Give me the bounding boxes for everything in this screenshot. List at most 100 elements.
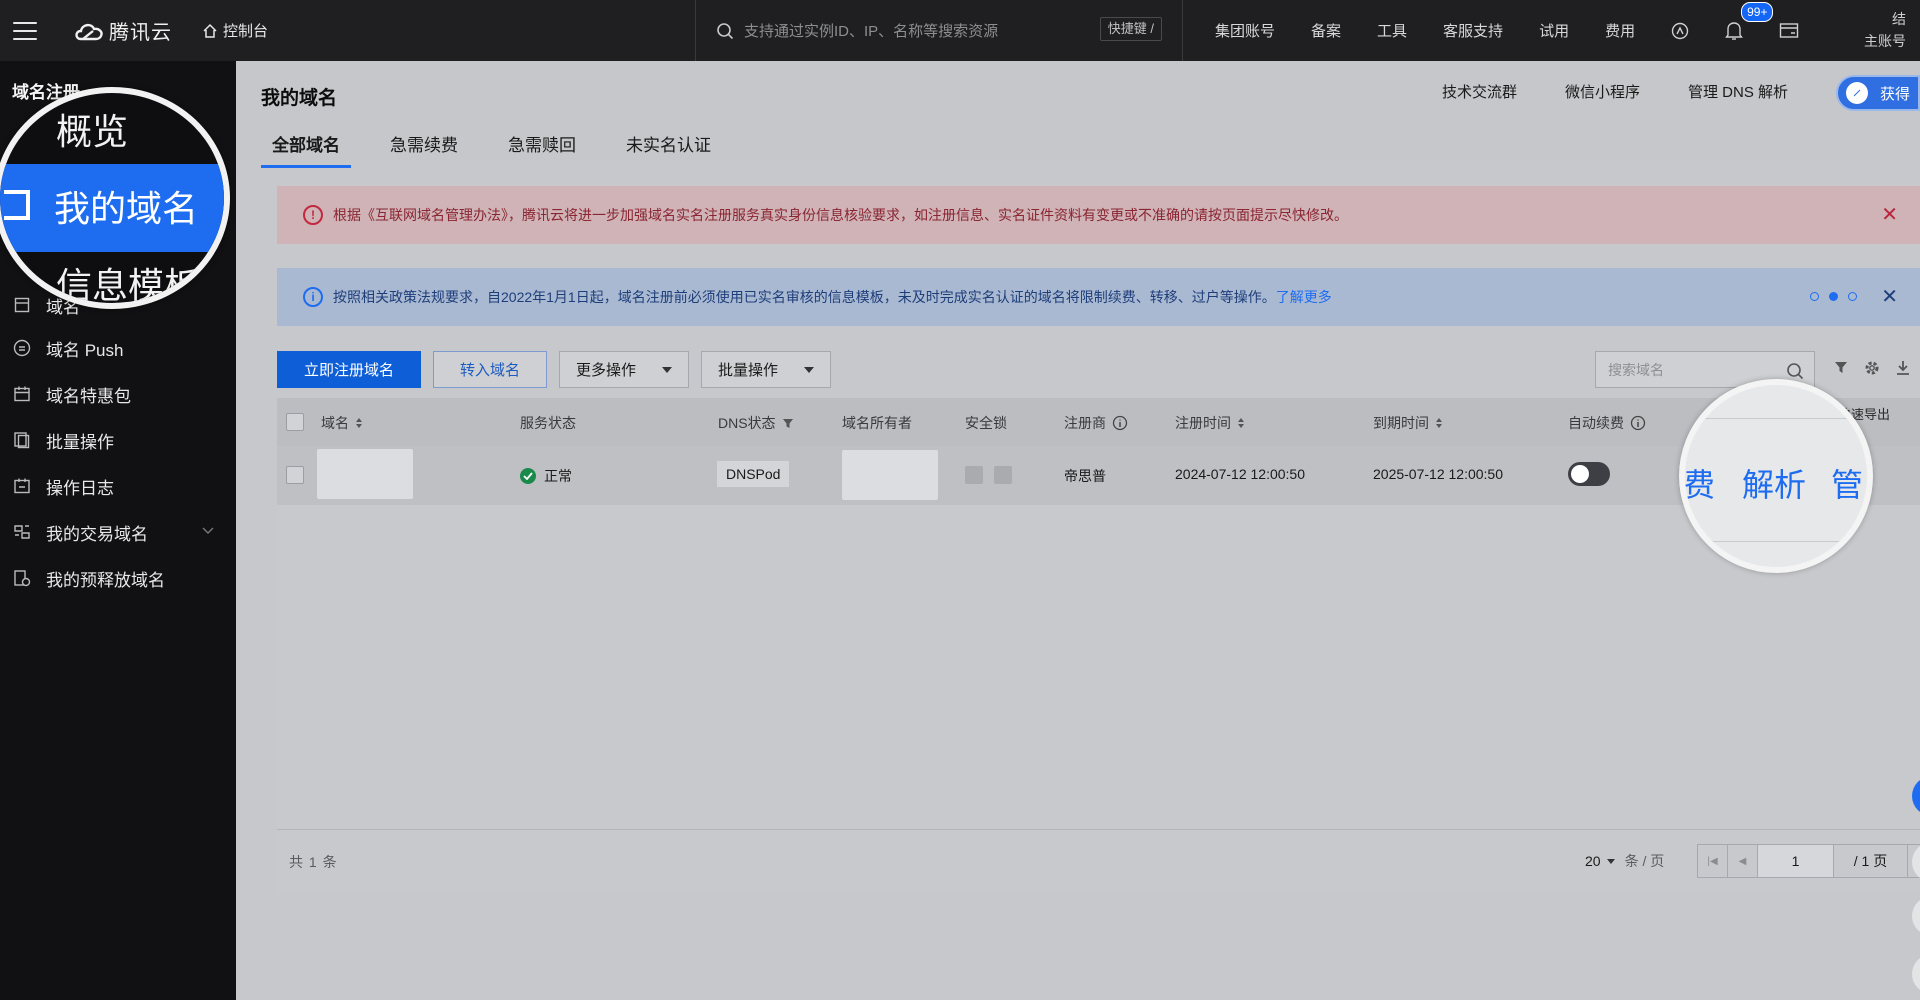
tabs: 全部域名 急需续费 急需赎回 未实名认证 [261, 131, 761, 168]
magnifier-actions: 费 解析 管 [1679, 379, 1873, 573]
page-number-input[interactable]: 1 [1758, 845, 1834, 877]
sort-icon [356, 418, 362, 428]
global-search-input[interactable]: 支持通过实例ID、IP、名称等搜索资源 [744, 20, 998, 41]
sidebar-item-trade-domains[interactable]: 我的交易域名 [0, 509, 236, 555]
domain-name-redacted[interactable] [317, 449, 413, 499]
template-icon [12, 295, 32, 315]
download-icon[interactable] [1895, 359, 1911, 377]
sidebar-item-domain-push[interactable]: 域名 Push [0, 325, 236, 371]
sort-icon [1436, 418, 1442, 428]
page-size-select[interactable]: 20 条 / 页 [1585, 851, 1664, 871]
col-expiry-time[interactable]: 到期时间 [1373, 413, 1443, 433]
tech-group-link[interactable]: 技术交流群 [1442, 75, 1517, 111]
console-link[interactable]: 控制台 [202, 20, 268, 41]
nav-filing[interactable]: 备案 [1311, 20, 1341, 41]
more-actions-dropdown[interactable]: 更多操作 [559, 351, 690, 388]
nav-trial[interactable]: 试用 [1539, 20, 1569, 41]
renew-action[interactable]: 费 [1685, 460, 1715, 506]
main-content: 我的域名 技术交流群 微信小程序 管理 DNS 解析 获得 全部域名 急需续费 … [236, 61, 1920, 1000]
info-icon[interactable] [1112, 415, 1128, 431]
search-icon[interactable] [1786, 362, 1804, 380]
carousel-dots[interactable] [1800, 292, 1857, 301]
global-search[interactable]: 支持通过实例ID、IP、名称等搜索资源 快捷键 / [695, 0, 1183, 61]
resolve-action[interactable]: 解析 [1742, 460, 1806, 506]
info-icon[interactable] [1630, 415, 1646, 431]
sidebar-item-prerelease-domains[interactable]: 我的预释放域名 [0, 555, 236, 601]
table-row[interactable]: 正常 DNSPod 帝思普 2024-07-12 12:00:50 2025-0… [277, 446, 1920, 505]
menu-icon[interactable] [13, 21, 37, 40]
tab-renew-urgent[interactable]: 急需续费 [390, 131, 458, 162]
col-label: 服务状态 [520, 415, 576, 431]
register-domain-button[interactable]: 立即注册域名 [277, 351, 422, 388]
divider [1685, 541, 1867, 542]
sidebar-item-overview[interactable]: 概览 [56, 103, 128, 155]
sidebar-item-label: 批量操作 [46, 432, 114, 452]
cart-icon[interactable] [1779, 22, 1799, 40]
status-cell: 正常 [520, 466, 572, 486]
pagination: |◀ ◀ 1 / 1 页 ▶ ▶| [1697, 844, 1920, 878]
sidebar-item-label: 我的预释放域名 [46, 570, 165, 590]
manage-dns-link[interactable]: 管理 DNS 解析 [1688, 75, 1788, 111]
account-role: 主账号 [1864, 33, 1906, 49]
sidebar-item-logs[interactable]: 操作日志 [0, 463, 236, 509]
col-status: 服务状态 [520, 413, 576, 433]
get-button-label: 获得 [1880, 85, 1911, 103]
push-icon [12, 338, 32, 358]
bell-icon[interactable]: 99+ [1725, 1, 1774, 41]
sidebar-item-domain-package[interactable]: 域名特惠包 [0, 371, 236, 417]
shortcut-hint: 快捷键 / [1099, 17, 1162, 41]
select-all-checkbox[interactable] [286, 413, 304, 431]
tab-all-domains[interactable]: 全部域名 [261, 131, 351, 168]
chevron-down-icon[interactable] [202, 527, 214, 535]
nav-support[interactable]: 客服支持 [1443, 20, 1503, 41]
col-label: 注册商 [1064, 415, 1106, 431]
close-icon[interactable]: ✕ [1881, 202, 1898, 227]
sidebar-item-batch[interactable]: 批量操作 [0, 417, 236, 463]
expiry-time-cell: 2025-07-12 12:00:50 [1373, 466, 1503, 482]
sidebar-item-label: 我的域名 [54, 188, 199, 229]
console-label: 控制台 [223, 23, 269, 40]
auto-renew-toggle[interactable] [1568, 462, 1610, 486]
home-icon [203, 23, 217, 38]
transfer-domain-button[interactable]: 转入域名 [433, 351, 548, 388]
update-lock-icon[interactable] [994, 466, 1012, 484]
activity-icon[interactable] [1671, 22, 1689, 40]
account-menu[interactable]: 结 主账号 [1864, 8, 1906, 52]
gear-icon[interactable] [1863, 359, 1881, 377]
nav-group-account[interactable]: 集团账号 [1215, 20, 1275, 41]
sidebar-item-my-domains[interactable]: 我的域名 [0, 164, 224, 252]
prev-page-icon[interactable]: ◀ [1728, 845, 1758, 877]
alert-text: 根据《互联网域名管理办法》，腾讯云将进一步加强域名实名注册服务真实身份信息核验要… [333, 207, 1348, 223]
get-button[interactable]: 获得 [1836, 75, 1920, 111]
learn-more-link[interactable]: 了解更多 [1276, 287, 1332, 307]
page-size-unit: 条 / 页 [1624, 853, 1665, 869]
tab-unverified[interactable]: 未实名认证 [626, 131, 711, 162]
col-registrar: 注册商 [1064, 413, 1128, 433]
owner-redacted [842, 450, 938, 500]
nav-tools[interactable]: 工具 [1377, 20, 1407, 41]
window-icon [4, 190, 30, 220]
col-registered-time[interactable]: 注册时间 [1175, 413, 1245, 433]
first-page-icon[interactable]: |◀ [1698, 845, 1728, 877]
sidebar-item-info-templates[interactable]: 信息模板 [56, 257, 200, 303]
transfer-lock-icon[interactable] [965, 466, 983, 484]
sidebar-item-label: 域名 Push [46, 340, 124, 360]
col-dns-status[interactable]: DNS状态 [718, 413, 794, 433]
search-icon [717, 22, 734, 39]
manage-action[interactable]: 管 [1831, 460, 1863, 506]
nav-billing[interactable]: 费用 [1605, 20, 1635, 41]
row-checkbox[interactable] [286, 466, 304, 484]
table-header: 域名 服务状态 DNS状态 域名所有者 安全锁 注册商 注册时间 到期时间 自动… [277, 398, 1920, 446]
col-domain[interactable]: 域名 [321, 413, 363, 433]
alert-real-name: ! 根据《互联网域名管理办法》，腾讯云将进一步加强域名实名注册服务真实身份信息核… [277, 186, 1920, 244]
col-label: DNS状态 [718, 415, 776, 431]
filter-icon[interactable] [1833, 359, 1849, 377]
tab-redeem-urgent[interactable]: 急需赎回 [508, 131, 576, 162]
alert-text: 按照相关政策法规要求，自2022年1月1日起，域名注册前必须使用已实名审核的信息… [333, 289, 1276, 305]
total-pages: / 1 页 [1834, 845, 1908, 877]
batch-actions-dropdown[interactable]: 批量操作 [701, 351, 832, 388]
close-icon[interactable]: ✕ [1881, 284, 1898, 309]
wechat-miniprogram-link[interactable]: 微信小程序 [1565, 75, 1640, 111]
brand-logo[interactable]: 腾讯云 [73, 16, 172, 45]
header-links: 技术交流群 微信小程序 管理 DNS 解析 获得 [1442, 75, 1920, 111]
